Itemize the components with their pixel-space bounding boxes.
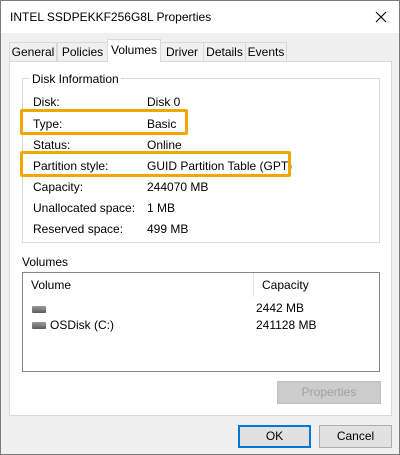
column-header-volume[interactable]: Volume bbox=[23, 273, 71, 297]
tab-general[interactable]: General bbox=[9, 42, 57, 61]
tab-volumes[interactable]: Volumes bbox=[107, 39, 161, 62]
ok-button[interactable]: OK bbox=[238, 425, 311, 448]
volume-name[interactable]: OSDisk (C:) bbox=[50, 318, 114, 332]
capacity-value: 244070 MB bbox=[147, 180, 209, 194]
window-title: INTEL SSDPEKKF256G8L Properties bbox=[10, 10, 212, 24]
volumes-heading: Volumes bbox=[22, 255, 69, 269]
drive-icon bbox=[32, 322, 46, 329]
reserved-space-label: Reserved space: bbox=[33, 222, 124, 236]
capacity-label: Capacity: bbox=[33, 180, 84, 194]
column-header-capacity[interactable]: Capacity bbox=[254, 273, 309, 297]
drive-icon bbox=[32, 306, 46, 313]
cancel-button[interactable]: Cancel bbox=[319, 425, 392, 448]
disk-value: Disk 0 bbox=[147, 95, 181, 109]
disk-information-heading: Disk Information bbox=[30, 72, 121, 86]
tab-events[interactable]: Events bbox=[245, 42, 287, 61]
unallocated-space-value: 1 MB bbox=[147, 201, 176, 215]
close-icon bbox=[375, 11, 387, 23]
tab-strip: General Policies Volumes Driver Details … bbox=[9, 39, 393, 62]
title-bar[interactable]: INTEL SSDPEKKF256G8L Properties bbox=[1, 1, 399, 33]
properties-button[interactable]: Properties bbox=[277, 381, 381, 404]
volume-capacity[interactable]: 241128 MB bbox=[256, 318, 317, 332]
disk-label: Disk: bbox=[33, 95, 60, 109]
partition-style-highlight-box bbox=[20, 151, 291, 177]
close-button[interactable] bbox=[367, 3, 395, 31]
unallocated-space-label: Unallocated space: bbox=[33, 201, 136, 215]
volume-capacity[interactable]: 2442 MB bbox=[256, 301, 304, 315]
properties-dialog: INTEL SSDPEKKF256G8L Properties General … bbox=[0, 0, 400, 455]
volumes-tab-panel: Disk Information Disk: Disk 0 Type: Basi… bbox=[9, 61, 392, 416]
tab-driver[interactable]: Driver bbox=[160, 42, 204, 61]
tab-policies[interactable]: Policies bbox=[57, 42, 108, 61]
reserved-space-value: 499 MB bbox=[147, 222, 189, 236]
volumes-list[interactable]: Volume Capacity 2442 MB OSDisk (C:) 2411… bbox=[22, 272, 380, 372]
status-label: Status: bbox=[33, 138, 71, 152]
status-value: Online bbox=[147, 138, 182, 152]
type-highlight-box bbox=[20, 109, 188, 135]
tab-details[interactable]: Details bbox=[203, 42, 246, 61]
